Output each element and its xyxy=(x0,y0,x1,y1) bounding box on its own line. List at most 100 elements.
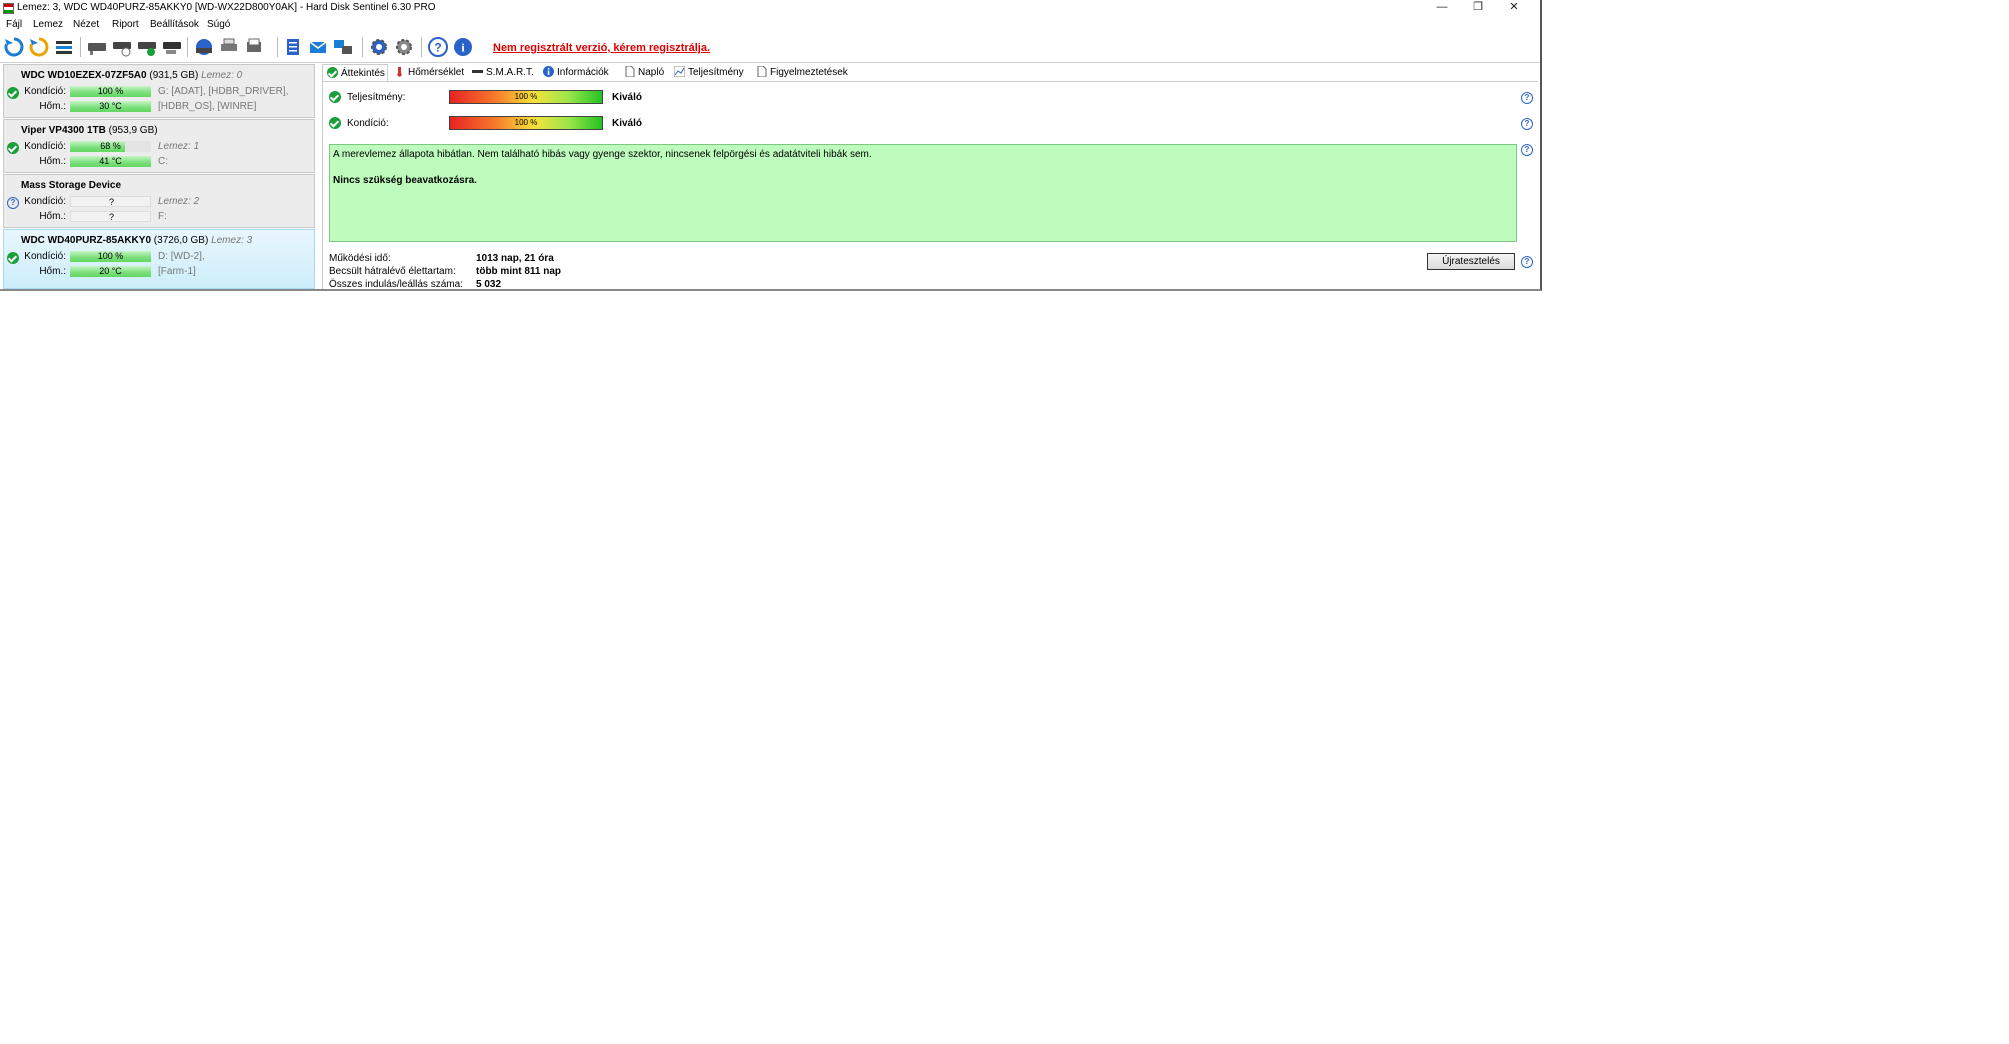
tab-performance[interactable]: Teljesítmény xyxy=(674,64,744,81)
volumes-line: F: xyxy=(158,211,167,222)
condition-bar: 68 % xyxy=(70,141,151,152)
condition-bar: 100 % xyxy=(70,251,151,262)
disk-size: (931,5 GB) xyxy=(149,70,199,81)
disk-name: WDC WD40PURZ-85AKKY0 xyxy=(21,235,152,246)
report-icon[interactable] xyxy=(243,36,265,58)
close-button[interactable]: ✕ xyxy=(1496,0,1532,16)
info-icon[interactable]: i xyxy=(452,36,474,58)
tab-information[interactable]: Információk xyxy=(543,64,609,81)
ok-status-icon xyxy=(329,91,341,103)
tab-smart[interactable]: S.M.A.R.T. xyxy=(472,64,534,81)
menu-file[interactable]: Fájl xyxy=(6,19,22,30)
temperature-bar: 30 °C xyxy=(70,101,151,112)
condition-label: Kondíció: xyxy=(347,118,389,129)
disk-size: (3726,0 GB) xyxy=(153,235,209,246)
disk-test-icon[interactable] xyxy=(161,36,183,58)
uptime-value: 1013 nap, 21 óra xyxy=(476,253,554,264)
condition-bar: 100 % xyxy=(70,86,151,97)
lifetime-value: több mint 811 nap xyxy=(476,266,562,277)
overview-panel: Teljesítmény: 100 % Kiváló Kondíció: 100… xyxy=(322,81,1538,290)
refresh-all-icon[interactable] xyxy=(28,36,50,58)
volumes-line-2: [HDBR_OS], [WINRE] xyxy=(158,101,257,112)
retest-button[interactable]: Újratesztelés xyxy=(1427,253,1515,270)
menu-report[interactable]: Riport xyxy=(112,19,139,30)
disk-number: Lemez: 3 xyxy=(211,235,253,246)
registration-warning-link[interactable]: Nem regisztrált verzió, kérem regisztrál… xyxy=(493,42,710,54)
temperature-label: Hőm.: xyxy=(39,156,66,167)
condition-row: Kondíció: 100 % Kiváló xyxy=(329,116,1529,132)
tab-log[interactable]: Napló xyxy=(624,64,664,81)
volumes-line-1: D: [WD-2], xyxy=(158,251,205,262)
network-icon[interactable] xyxy=(332,36,354,58)
menu-disk[interactable]: Lemez xyxy=(33,19,63,30)
temperature-bar: 20 °C xyxy=(70,266,151,277)
disk-name: Viper VP4300 1TB xyxy=(21,125,106,136)
advanced-settings-icon[interactable] xyxy=(393,36,415,58)
disk-list-icon[interactable] xyxy=(53,36,75,58)
surface-test-icon[interactable] xyxy=(193,36,215,58)
uptime-label: Működési idő: xyxy=(329,253,391,264)
disk-item-2[interactable]: Mass Storage Device ? Kondíció: ? Lemez:… xyxy=(3,174,315,228)
help-icon[interactable]: ? xyxy=(1521,92,1533,104)
menu-settings[interactable]: Beállítások xyxy=(150,19,199,30)
temperature-label: Hőm.: xyxy=(39,101,66,112)
disk-number: Lemez: 1 xyxy=(158,141,200,152)
help-icon[interactable]: ? xyxy=(1521,256,1533,268)
volumes-line-1: G: [ADAT], [HDBR_DRIVER], xyxy=(158,86,289,97)
lifetime-label: Becsült hátralévő élettartam: xyxy=(329,266,456,277)
performance-bar: 100 % xyxy=(449,90,603,104)
recommendation-text: Nincs szükség beavatkozásra. xyxy=(333,175,477,186)
check-icon xyxy=(327,67,338,78)
temperature-label: Hőm.: xyxy=(39,211,66,222)
disk-schedule-icon[interactable] xyxy=(111,36,133,58)
temperature-label: Hőm.: xyxy=(39,266,66,277)
disk-name: Mass Storage Device xyxy=(21,180,122,191)
condition-label: Kondíció: xyxy=(24,141,66,152)
email-icon[interactable] xyxy=(307,36,329,58)
tab-overview[interactable]: Áttekintés xyxy=(322,64,388,81)
disk-number: Lemez: 0 xyxy=(201,70,243,81)
condition-rating: Kiváló xyxy=(612,118,643,129)
hungarian-flag-icon xyxy=(3,3,14,14)
refresh-icon[interactable] xyxy=(3,36,25,58)
condition-label: Kondíció: xyxy=(24,86,66,97)
volumes-line: C: xyxy=(158,156,168,167)
toolbar: ? i Nem regisztrált verzió, kérem regisz… xyxy=(0,32,1540,63)
document-icon xyxy=(625,66,635,77)
disk-item-1[interactable]: Viper VP4300 1TB (953,9 GB) Kondíció: 68… xyxy=(3,119,315,173)
ok-status-icon xyxy=(329,117,341,129)
disk-size: (953,9 GB) xyxy=(108,125,158,136)
disk-icon[interactable] xyxy=(86,36,108,58)
disk-check-icon[interactable] xyxy=(136,36,158,58)
temperature-bar: ? xyxy=(70,211,151,222)
start-stop-value: 5 032 xyxy=(476,279,502,290)
menu-view[interactable]: Nézet xyxy=(73,19,99,30)
notes-icon[interactable] xyxy=(282,36,304,58)
tab-temperature[interactable]: Hőmérséklet xyxy=(394,64,464,81)
printer-icon[interactable] xyxy=(218,36,240,58)
condition-label: Kondíció: xyxy=(24,196,66,207)
settings-gear-icon[interactable] xyxy=(368,36,390,58)
disk-item-3-selected[interactable]: WDC WD40PURZ-85AKKY0 (3726,0 GB) Lemez: … xyxy=(3,229,315,289)
title-bar: Lemez: 3, WDC WD40PURZ-85AKKY0 [WD-WX22D… xyxy=(0,0,1540,16)
window-title: Lemez: 3, WDC WD40PURZ-85AKKY0 [WD-WX22D… xyxy=(17,2,436,13)
disk-icon xyxy=(472,70,483,73)
performance-row: Teljesítmény: 100 % Kiváló xyxy=(329,90,1529,106)
app-window: Lemez: 3, WDC WD40PURZ-85AKKY0 [WD-WX22D… xyxy=(0,0,1542,291)
condition-bar: ? xyxy=(70,196,151,207)
start-stop-label: Összes indulás/leállás száma: xyxy=(329,279,463,290)
disk-item-0[interactable]: WDC WD10EZEX-07ZF5A0 (931,5 GB) Lemez: 0… xyxy=(3,64,315,118)
help-icon[interactable]: ? xyxy=(427,36,449,58)
menu-help[interactable]: Súgó xyxy=(207,19,230,30)
restore-button[interactable]: ❐ xyxy=(1460,0,1496,16)
minimize-button[interactable]: — xyxy=(1424,0,1460,16)
document-icon xyxy=(757,66,767,77)
help-icon[interactable]: ? xyxy=(1521,144,1533,156)
help-icon[interactable]: ? xyxy=(1521,118,1533,130)
chart-icon xyxy=(674,66,685,77)
disk-name: WDC WD10EZEX-07ZF5A0 xyxy=(21,70,147,81)
status-message-box: A merevlemez állapota hibátlan. Nem talá… xyxy=(329,144,1517,242)
thermometer-icon xyxy=(397,67,402,77)
tab-alerts[interactable]: Figyelmeztetések xyxy=(756,64,848,81)
disk-list: WDC WD10EZEX-07ZF5A0 (931,5 GB) Lemez: 0… xyxy=(3,64,315,289)
